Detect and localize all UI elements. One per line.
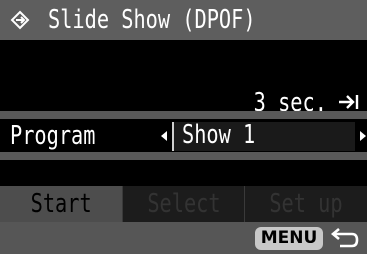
divider	[0, 111, 367, 119]
footer-bar: MENU	[0, 222, 367, 254]
action-tabs: Start Select Set up	[0, 186, 367, 222]
tab-label: Select	[146, 189, 221, 219]
tab-start[interactable]: Start	[0, 186, 122, 222]
tab-label: Start	[30, 189, 92, 219]
tab-label: Set up	[269, 189, 343, 219]
program-select[interactable]: Show 1	[172, 120, 355, 151]
menu-button[interactable]: MENU	[255, 227, 323, 250]
right-arrow-icon[interactable]	[360, 131, 366, 141]
tab-set-up[interactable]: Set up	[244, 186, 367, 222]
tab-select[interactable]: Select	[121, 186, 245, 222]
program-label: Program	[10, 121, 96, 151]
spacer	[0, 160, 367, 186]
divider	[0, 152, 367, 160]
slideshow-icon	[10, 10, 30, 30]
return-arrow-icon[interactable]	[330, 227, 360, 251]
left-arrow-icon[interactable]	[161, 131, 167, 141]
title-bar: Slide Show (DPOF)	[0, 0, 367, 40]
program-row[interactable]: Program Show 1	[0, 119, 367, 152]
page-title: Slide Show (DPOF)	[48, 5, 256, 35]
arrow-right-bar-icon	[339, 95, 359, 109]
program-value: Show 1	[182, 120, 256, 150]
